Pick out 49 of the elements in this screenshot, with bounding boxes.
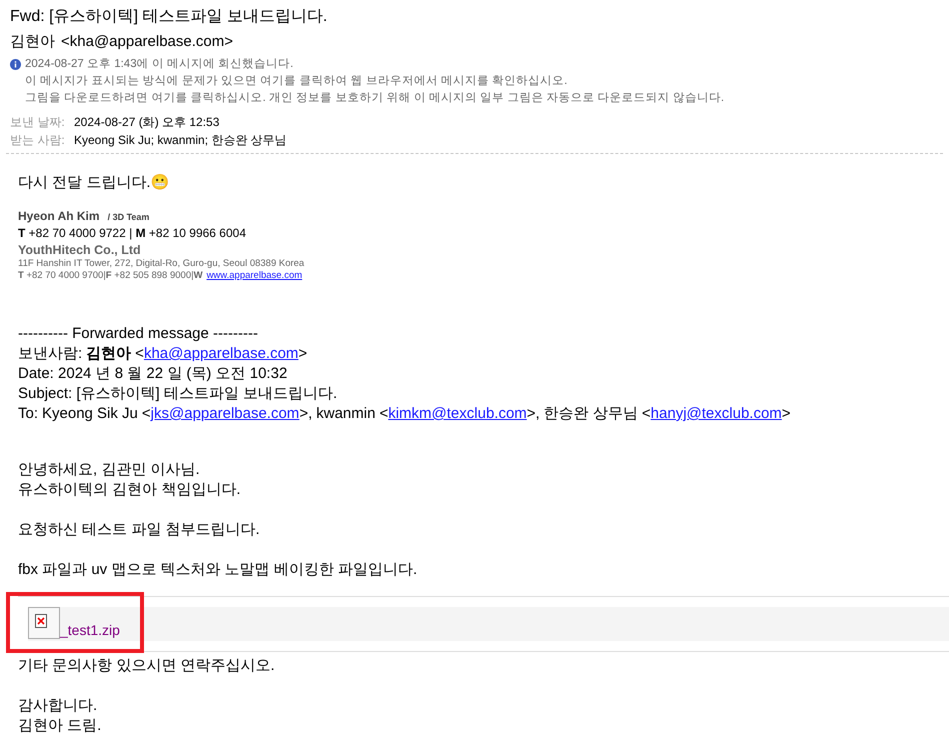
bracket-text: > <box>298 344 308 364</box>
signature-phones: T +82 70 4000 9722 | M +82 10 9966 6004 <box>18 225 247 242</box>
from-name: 김현아 <box>86 344 132 364</box>
sender-name: 김현아 <box>10 32 55 52</box>
signature-team: / 3D Team <box>108 211 150 224</box>
email-subject: Fwd: [유스하이텍] 테스트파일 보내드립니다. <box>10 7 328 27</box>
body-text: 안녕하세요, 김관민 이사님. <box>18 460 201 480</box>
field-value: 2024-08-27 (화) 오후 12:53 <box>74 114 220 131</box>
signature-company: YouthHitech Co., Ltd <box>18 242 142 258</box>
sender-email: <kha@apparelbase.com> <box>61 32 234 52</box>
recipient-name: 한승완 상무님 <box>544 404 638 424</box>
signature-contact: T +82 70 4000 9700|F +82 505 898 9000|W <box>18 270 203 282</box>
to-label: To: <box>18 404 38 424</box>
bracket-text: >, <box>299 404 312 424</box>
email-link[interactable]: hanyj@texclub.com <box>650 404 782 424</box>
email-link[interactable]: kimkm@texclub.com <box>388 404 527 424</box>
bracket-text: >, <box>526 404 540 424</box>
signature-name: Hyeon Ah Kim <box>18 208 100 225</box>
body-text: 기타 문의사항 있으시면 연락주십시오. <box>18 656 276 676</box>
body-text: 감사합니다. <box>18 696 98 716</box>
forward-date: Date: 2024 년 8 월 22 일 (목) 오전 10:32 <box>18 364 288 384</box>
bracket-text: < <box>142 404 151 424</box>
body-text: 유스하이텍의 김현아 책임입니다. <box>18 480 242 500</box>
email-link[interactable]: jks@apparelbase.com <box>150 404 300 424</box>
attachment-link[interactable]: _test1.zip <box>60 621 120 639</box>
forward-subject: Subject: [유스하이텍] 테스트파일 보내드립니다. <box>18 384 338 404</box>
info-text[interactable]: 그림을 다운로드하려면 여기를 클릭하십시오. 개인 정보를 보호하기 위해 이 메시지의 일부 그림은 자동으로 다운로드되지 않습니다. <box>25 90 724 107</box>
broken-image-icon <box>28 607 60 639</box>
bracket-text: < <box>379 404 388 424</box>
field-label: 받는 사람: <box>10 132 62 149</box>
body-text: fbx 파일과 uv 맵으로 텍스처와 노말맵 베이킹한 파일입니다. <box>18 560 418 580</box>
intro-text: 다시 전달 드립니다.😬 <box>18 173 171 193</box>
info-text[interactable]: 이 메시지가 표시되는 방식에 문제가 있으면 여기를 클릭하여 웹 브라우저에서 메시지를 확인하십시오. <box>25 73 724 90</box>
bracket-text: < <box>642 404 651 424</box>
info-icon <box>10 59 21 70</box>
body-text: 김현아 드림. <box>18 716 102 736</box>
field-value: Kyeong Sik Ju; kwanmin; 한승완 상무님 <box>74 132 287 149</box>
bracket-text: > <box>782 404 791 424</box>
body-text: 요청하신 테스트 파일 첨부드립니다. <box>18 520 261 540</box>
field-label: 보낸 날짜: <box>10 114 62 131</box>
website-link[interactable]: www.apparelbase.com <box>206 270 302 282</box>
bracket-text: < <box>135 344 144 364</box>
from-label: 보낸사람: <box>18 344 82 364</box>
recipient-name: Kyeong Sik Ju <box>42 404 138 424</box>
recipient-name: kwanmin <box>316 404 376 424</box>
info-text: 2024-08-27 오후 1:43에 이 메시지에 회신했습니다. <box>25 57 294 72</box>
forward-divider: ---------- Forwarded message --------- <box>18 324 259 344</box>
signature-address: 11F Hanshin IT Tower, 272, Digital-Ro, Guro-gu, Seoul 08389 Korea <box>18 258 306 270</box>
email-link[interactable]: kha@apparelbase.com <box>144 344 298 364</box>
